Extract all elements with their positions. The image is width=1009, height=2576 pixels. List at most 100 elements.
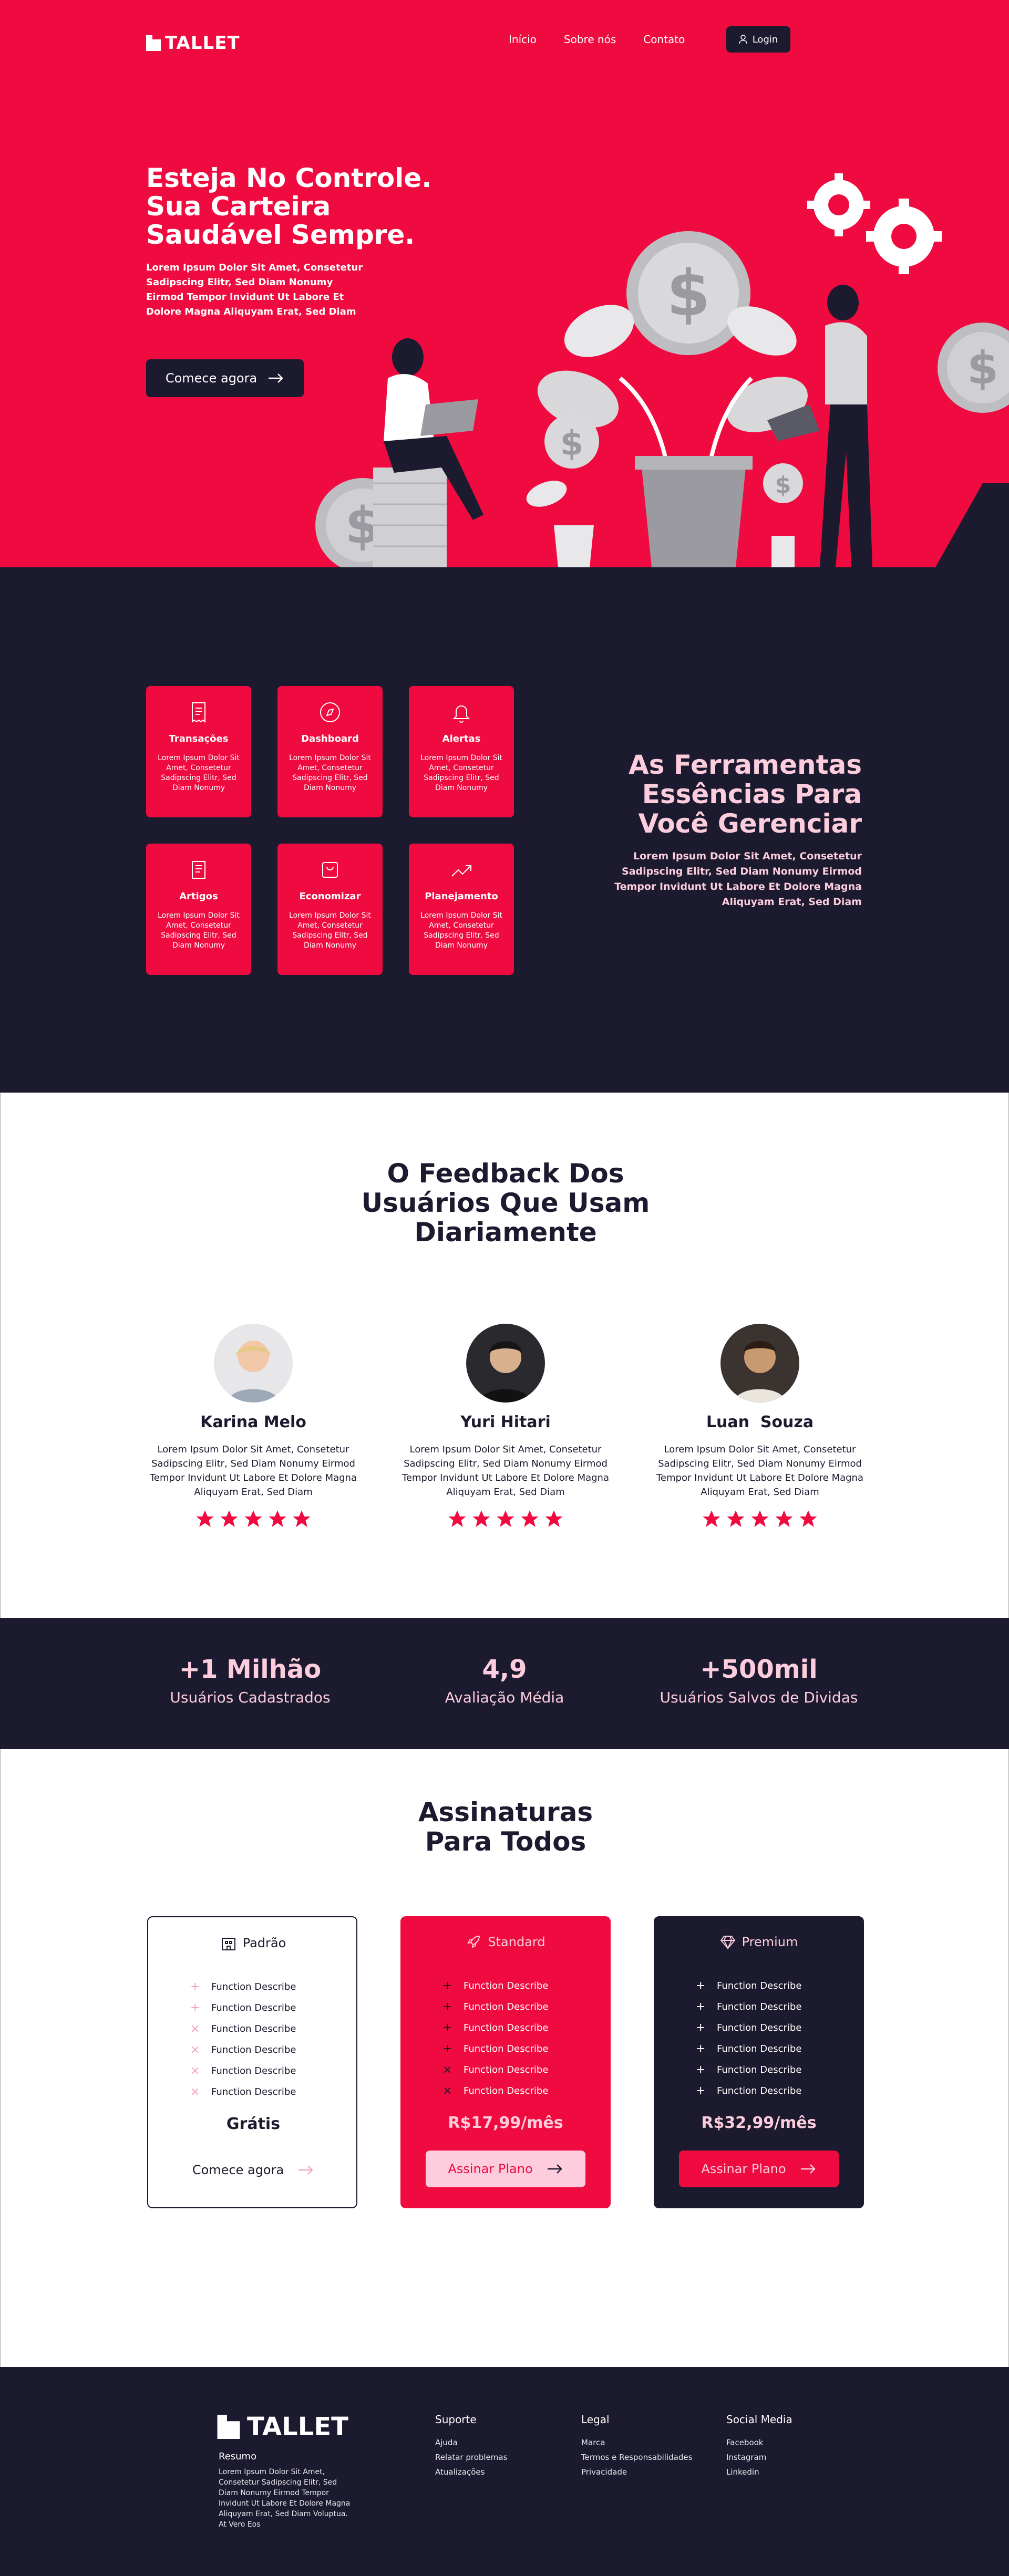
plus-icon: + bbox=[442, 2042, 452, 2055]
cross-icon: × bbox=[190, 2043, 200, 2056]
tools-title: As Ferramentas Essências Para Você Geren… bbox=[610, 750, 862, 838]
trend-up-icon bbox=[451, 865, 471, 877]
footer-link[interactable]: Linkedin bbox=[726, 2465, 792, 2479]
feature-item: + Function Describe bbox=[442, 1975, 548, 1996]
tool-card-text: Lorem Ipsum Dolor Sit Amet, Consetetur S… bbox=[289, 911, 371, 950]
tool-card-text: Lorem Ipsum Dolor Sit Amet, Consetetur S… bbox=[420, 754, 502, 792]
cross-icon: × bbox=[190, 2022, 200, 2035]
footer-link[interactable]: Facebook bbox=[726, 2435, 792, 2450]
footer-column-title: Suporte bbox=[435, 2413, 477, 2426]
stat-item: +1 Milhão Usuários Cadastrados bbox=[140, 1655, 361, 1708]
footer-link[interactable]: Privacidade bbox=[581, 2465, 692, 2479]
svg-text:$: $ bbox=[775, 472, 791, 498]
tool-card-planejamento[interactable]: Planejamento Lorem Ipsum Dolor Sit Amet,… bbox=[409, 844, 514, 975]
avatar bbox=[720, 1324, 799, 1403]
compass-icon bbox=[320, 702, 340, 722]
plus-icon: + bbox=[696, 2000, 706, 2013]
feature-item: + Function Describe bbox=[442, 2038, 548, 2059]
plan-price: Grátis bbox=[226, 2115, 281, 2133]
tool-card-dashboard[interactable]: Dashboard Lorem Ipsum Dolor Sit Amet, Co… bbox=[277, 686, 383, 817]
main-nav: Início Sobre nós Contato bbox=[509, 30, 685, 48]
testimonial-name: Karina Melo bbox=[200, 1413, 306, 1431]
footer-link[interactable]: Atualizações bbox=[435, 2465, 507, 2479]
login-label: Login bbox=[752, 34, 778, 45]
plus-icon: + bbox=[696, 2084, 706, 2097]
arrow-right-icon bbox=[800, 2164, 816, 2174]
star-icon bbox=[269, 1510, 286, 1527]
stat-label: Avaliação Média bbox=[445, 1689, 564, 1706]
star-icon bbox=[775, 1510, 793, 1527]
plan-button-premium[interactable]: Assinar Plano bbox=[679, 2151, 839, 2187]
plus-icon: + bbox=[696, 2021, 706, 2034]
star-icon bbox=[196, 1510, 214, 1527]
testimonial-text: Lorem Ipsum Dolor Sit Amet, Consetetur S… bbox=[656, 1444, 863, 1498]
feedback-title-line: O Feedback Dos bbox=[387, 1158, 624, 1189]
plan-card-standard: Standard + Function Describe + Function De… bbox=[400, 1916, 611, 2208]
footer-column-suporte: Suporte Ajuda Relatar problemas Atualiza… bbox=[435, 2413, 507, 2479]
footer-brand-logo[interactable]: TALLET bbox=[217, 2412, 348, 2442]
feature-item: × Function Describe bbox=[190, 2081, 296, 2102]
plan-price: R$32,99/mês bbox=[701, 2114, 817, 2132]
nav-contato[interactable]: Contato bbox=[643, 30, 685, 48]
footer-link[interactable]: Ajuda bbox=[435, 2435, 507, 2450]
nav-inicio[interactable]: Início bbox=[509, 30, 537, 48]
testimonial-name: Yuri Hitari bbox=[460, 1413, 551, 1431]
tool-card-title: Transações bbox=[169, 733, 229, 744]
feature-label: Function Describe bbox=[717, 2043, 802, 2054]
feature-label: Function Describe bbox=[464, 2001, 549, 2012]
feature-item: × Function Describe bbox=[190, 2039, 296, 2060]
pricing-title: Assinaturas Para Todos bbox=[348, 1798, 663, 1856]
feedback-title-line: Usuários Que Usam bbox=[361, 1188, 650, 1218]
tool-card-text: Lorem Ipsum Dolor Sit Amet, Consetetur S… bbox=[158, 754, 240, 792]
plan-name: Padrão bbox=[242, 1936, 286, 1950]
plan-button-label: Assinar Plano bbox=[701, 2162, 786, 2176]
nav-sobre[interactable]: Sobre nós bbox=[564, 30, 616, 48]
tool-card-alertas[interactable]: Alertas Lorem Ipsum Dolor Sit Amet, Cons… bbox=[409, 686, 514, 817]
tool-card-text: Lorem Ipsum Dolor Sit Amet, Consetetur S… bbox=[158, 911, 240, 950]
feature-label: Function Describe bbox=[464, 2085, 549, 2096]
footer-link[interactable]: Marca bbox=[581, 2435, 692, 2450]
tools-section: Transações Lorem Ipsum Dolor Sit Amet, C… bbox=[0, 567, 1009, 1093]
footer-column-title: Social Media bbox=[726, 2413, 792, 2426]
login-button[interactable]: Login bbox=[726, 26, 790, 53]
plan-features: + Function Describe + Function Describe × F… bbox=[190, 1976, 296, 2102]
tool-card-artigos[interactable]: Artigos Lorem Ipsum Dolor Sit Amet, Cons… bbox=[146, 844, 251, 975]
plus-icon: + bbox=[696, 2063, 706, 2076]
tool-card-economizar[interactable]: Economizar Lorem Ipsum Dolor Sit Amet, C… bbox=[277, 844, 383, 975]
feature-label: Function Describe bbox=[211, 2023, 296, 2034]
star-icon bbox=[703, 1510, 720, 1527]
star-icon bbox=[799, 1510, 817, 1527]
pricing-title-line: Para Todos bbox=[425, 1826, 586, 1857]
footer-resumo-text: Lorem Ipsum Dolor Sit Amet, Consetetur S… bbox=[219, 2468, 351, 2529]
testimonial-text: Lorem Ipsum Dolor Sit Amet, Consetetur S… bbox=[149, 1444, 357, 1498]
plus-icon: + bbox=[190, 1980, 200, 1993]
footer-link[interactable]: Relatar problemas bbox=[435, 2450, 507, 2465]
footer-resumo-title: Resumo bbox=[219, 2451, 257, 2462]
footer-link[interactable]: Instagram bbox=[726, 2450, 792, 2465]
tool-card-text: Lorem Ipsum Dolor Sit Amet, Consetetur S… bbox=[420, 911, 502, 950]
feature-item: × Function Describe bbox=[190, 2018, 296, 2039]
feature-item: + Function Describe bbox=[696, 1996, 801, 2017]
plan-button-standard[interactable]: Assinar Plano bbox=[426, 2151, 585, 2187]
plus-icon: + bbox=[442, 1979, 452, 1992]
footer-link[interactable]: Termos e Responsabilidades bbox=[581, 2450, 692, 2465]
brand-logo[interactable]: TALLET bbox=[146, 33, 240, 54]
feature-label: Function Describe bbox=[717, 2022, 802, 2033]
feature-label: Function Describe bbox=[717, 2001, 802, 2012]
plus-icon: + bbox=[190, 2001, 200, 2014]
tool-card-transacoes[interactable]: Transações Lorem Ipsum Dolor Sit Amet, C… bbox=[146, 686, 251, 817]
feature-label: Function Describe bbox=[717, 2085, 802, 2096]
pricing-title-line: Assinaturas bbox=[418, 1797, 593, 1827]
plan-button-label: Comece agora bbox=[192, 2163, 284, 2177]
stat-label: Usuários Cadastrados bbox=[170, 1689, 331, 1706]
plan-button-padrao[interactable]: Comece agora bbox=[173, 2152, 333, 2188]
plan-header: Premium bbox=[654, 1934, 864, 1950]
hero-cta-button[interactable]: Comece agora bbox=[146, 359, 304, 397]
star-rating bbox=[650, 1509, 870, 1530]
hero-illustration: $ $ $ $ $ bbox=[315, 173, 1009, 567]
cross-icon: × bbox=[442, 2063, 452, 2076]
tool-card-title: Alertas bbox=[442, 733, 481, 744]
coin-stack-illustration: $ bbox=[315, 468, 447, 567]
stat-value: +500mil bbox=[700, 1655, 818, 1684]
star-icon bbox=[521, 1510, 539, 1527]
